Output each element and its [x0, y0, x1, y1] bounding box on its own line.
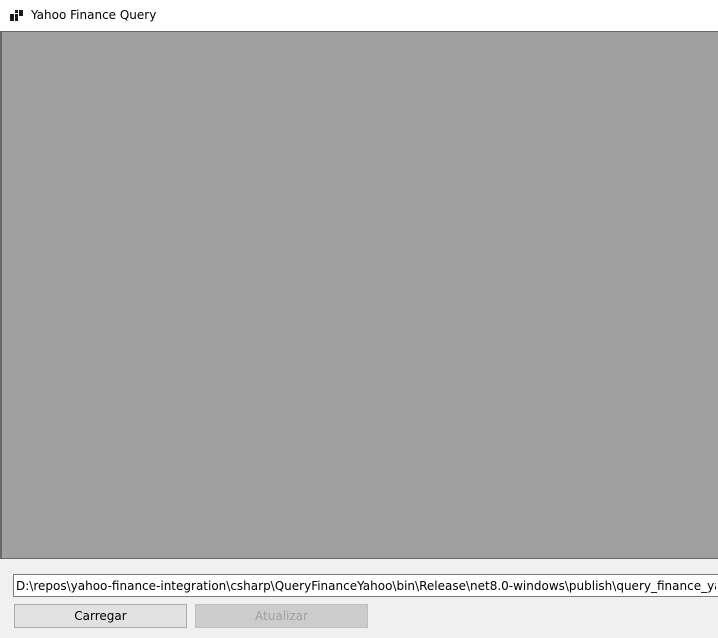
data-grid[interactable] — [0, 31, 718, 559]
update-button[interactable]: Atualizar — [195, 604, 368, 628]
app-window: Yahoo Finance Query Carregar Atualizar — [0, 0, 718, 638]
file-path-input[interactable] — [13, 574, 718, 597]
app-icon — [10, 10, 23, 21]
load-button[interactable]: Carregar — [14, 604, 187, 628]
title-bar[interactable]: Yahoo Finance Query — [0, 0, 718, 31]
window-title: Yahoo Finance Query — [31, 8, 157, 22]
